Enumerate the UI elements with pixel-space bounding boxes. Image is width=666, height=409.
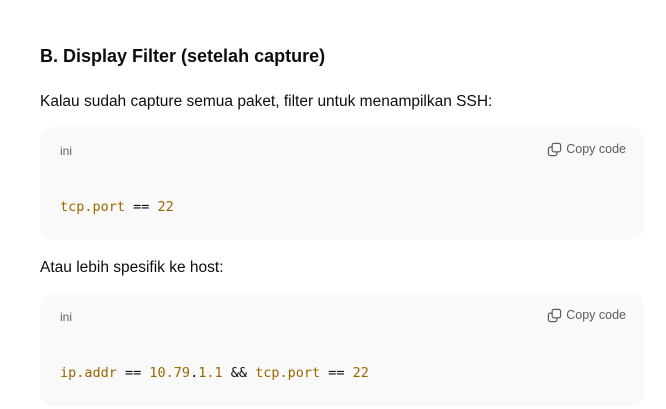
copy-code-label: Copy code bbox=[566, 142, 626, 156]
code-block-1: ini Copy code tcp.port == 22 bbox=[40, 127, 644, 240]
code-line: ip.addr == 10.79.1.1 && tcp.port == 22 bbox=[60, 364, 369, 382]
code-token-field: tcp.port bbox=[255, 365, 321, 381]
copy-icon bbox=[547, 142, 562, 157]
copy-icon bbox=[547, 308, 562, 323]
code-token-operator: && bbox=[222, 365, 256, 381]
code-token-dot: . bbox=[190, 365, 199, 381]
copy-code-label: Copy code bbox=[566, 308, 626, 322]
code-line: tcp.port == 22 bbox=[60, 198, 174, 216]
code-language-label: ini bbox=[60, 310, 73, 324]
copy-code-button[interactable]: Copy code bbox=[547, 140, 626, 158]
followup-paragraph: Atau lebih spesifik ke host: bbox=[40, 259, 224, 276]
code-token-operator: == bbox=[116, 365, 150, 381]
code-language-label: ini bbox=[60, 144, 73, 158]
section-heading: B. Display Filter (setelah capture) bbox=[40, 46, 326, 66]
code-token-number: 22 bbox=[352, 365, 369, 381]
code-token-operator: == bbox=[320, 365, 353, 381]
code-token-operator: == bbox=[125, 199, 158, 215]
code-token-number: 10.79 bbox=[149, 365, 191, 381]
intro-paragraph: Kalau sudah capture semua paket, filter … bbox=[40, 93, 493, 110]
copy-code-button[interactable]: Copy code bbox=[547, 306, 626, 324]
code-token-field: ip.addr bbox=[60, 365, 117, 381]
code-token-field: tcp.port bbox=[60, 199, 126, 215]
code-token-number: 22 bbox=[157, 199, 174, 215]
code-token-number: 1.1 bbox=[198, 365, 223, 381]
code-block-2: ini Copy code ip.addr == 10.79.1.1 && tc… bbox=[40, 293, 644, 406]
